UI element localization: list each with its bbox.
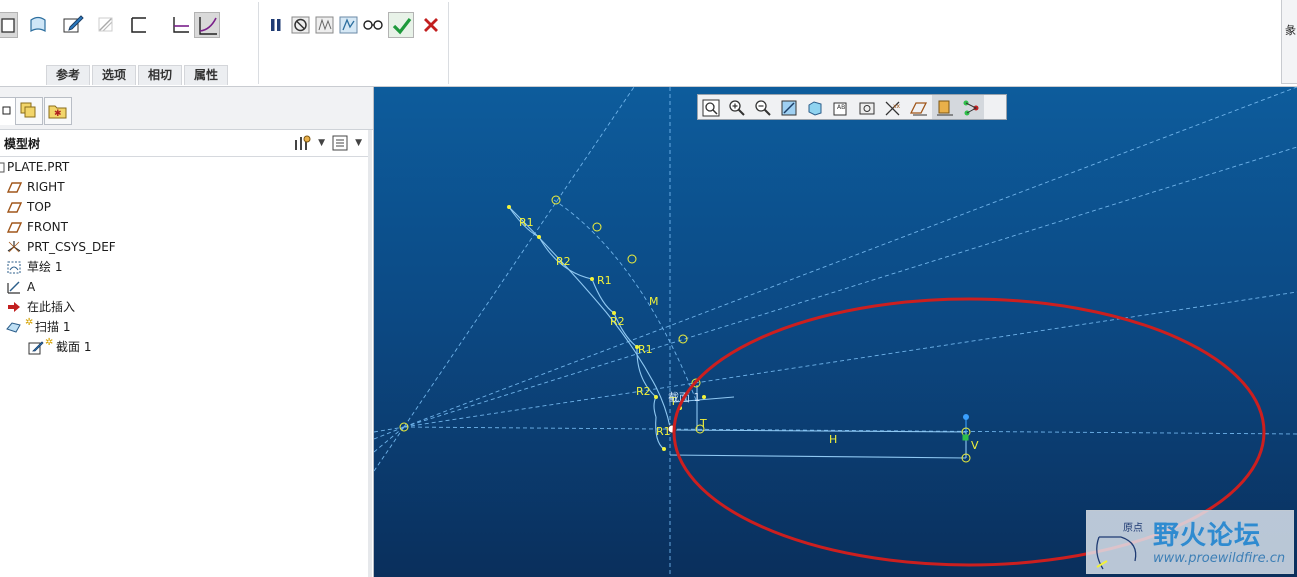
tree-item-label: 在此插入 [27,300,76,314]
modified-star-icon: ✲ [45,337,54,348]
modified-star-icon: ✲ [25,317,34,328]
svg-text:✱: ✱ [54,109,62,119]
tree-settings-icon[interactable] [292,134,312,152]
ribbon-tab-row: 参考 选项 相切 属性 [46,65,230,85]
verify-mode-glasses-icon[interactable] [360,12,386,38]
datum-axis-icon [7,281,20,294]
zoom-out-icon[interactable] [750,95,776,119]
solid-sweep-icon[interactable] [0,12,18,38]
remove-material-icon[interactable] [93,12,119,38]
graphics-window[interactable]: R1 R2 R1 R2 R1 R2 M T T R1 H V 截面 1 AB x… [374,87,1297,577]
tree-item-label: FRONT [27,220,68,234]
tree-item-label: 草绘 1 [27,260,63,274]
dim-h-label: H [829,433,837,446]
model-tree-header: 模型树 ▼ ▼ [0,130,368,157]
repaint-icon[interactable] [776,95,802,119]
constraints-display-icon[interactable] [958,95,984,119]
tree-item-label: TOP [27,200,52,214]
saved-orientations-icon[interactable]: AB [828,95,854,119]
tab-properties[interactable]: 属性 [184,65,229,85]
corner-glyph: 彖 [1285,24,1296,37]
section-icon [28,341,44,355]
tree-settings-dropdown-icon[interactable]: ▼ [318,138,325,148]
navigator-scrollbar[interactable] [368,130,372,577]
coordinate-system-icon [7,241,21,253]
surface-sweep-icon[interactable] [26,12,52,38]
accept-checkmark-icon[interactable] [388,12,414,38]
tab-options[interactable]: 选项 [92,65,137,85]
dim-r1-label: R1 [597,274,612,287]
geometry-preview-icon[interactable] [336,12,362,38]
tree-filters-icon[interactable] [331,134,349,152]
tree-item-label: RIGHT [27,180,65,194]
sweep-icon [6,322,21,333]
view-manager-icon[interactable] [854,95,880,119]
sketch-canvas[interactable]: R1 R2 R1 R2 R1 R2 M T T R1 H V 截面 1 [374,87,1297,577]
tree-item-label: A [27,280,36,294]
datum-display-icon[interactable]: xx [880,95,906,119]
tree-item-label: PLATE.PRT [7,160,70,174]
tree-item-label: PRT_CSYS_DEF [27,240,116,254]
watermark-title: 野火论坛 [1153,521,1262,551]
graphics-toolbar: AB xx [697,94,1007,120]
tab-references[interactable]: 参考 [46,65,91,85]
dim-r1-label: R1 [519,216,534,229]
tab-folder-browser[interactable] [15,97,43,125]
tab-favorites[interactable]: ✱ [44,97,72,125]
variable-section-icon[interactable] [194,12,220,38]
sketch-profile [508,206,967,459]
mesh-preview-icon[interactable] [312,12,338,38]
constraint-symbols [399,195,971,463]
dim-r2-label: R2 [556,255,571,268]
navigator-panel: ✱ 模型树 ▼ ▼ PLATE.PRT RIGHT TOP FRONT PRT_… [0,87,374,577]
pause-icon[interactable] [263,12,289,38]
dim-r-label: R1 [656,425,671,438]
insert-here-arrow-icon [8,302,20,312]
thicken-sketch-icon[interactable] [126,12,152,38]
origin-label: 原点 [1123,523,1143,534]
model-tree-tools: ▼ ▼ [292,134,362,152]
dim-r2-label: R2 [610,315,625,328]
ribbon: 参考 选项 相切 属性 彖 [0,0,1297,87]
model-tree-title: 模型树 [4,137,41,151]
datum-plane-icon [6,222,22,233]
constant-section-icon[interactable] [168,12,194,38]
svg-text:xx: xx [893,103,901,110]
forum-watermark: 原点 野火论坛 www.proewildfire.cn [1086,510,1294,574]
navigator-tabs: ✱ [0,87,373,130]
dim-r2-label: R2 [636,385,651,398]
zoom-in-icon[interactable] [724,95,750,119]
dim-m-label: M [649,295,659,308]
tree-item-label: 截面 1 [56,340,92,354]
tab-model-tree[interactable] [0,97,16,125]
watermark-url: www.proewildfire.cn [1153,551,1286,566]
sketch-display-icon[interactable] [932,95,958,119]
datum-plane-icon [6,202,22,213]
datum-plane-icon [6,182,22,193]
datum-planes-display-icon[interactable] [906,95,932,119]
ribbon-corner-panel: 彖 [1281,0,1297,84]
no-preview-icon[interactable] [288,12,314,38]
construction-lines [374,87,1297,577]
dim-r1-label: R1 [638,343,653,356]
tab-tangency[interactable]: 相切 [138,65,183,85]
svg-text:AB: AB [837,104,845,111]
cancel-x-icon[interactable] [418,12,444,38]
tree-filters-dropdown-icon[interactable]: ▼ [355,138,362,148]
dim-t-label: T [699,417,707,430]
dim-v-label: V [971,439,979,452]
sketch-icon [7,261,21,274]
dimension-labels: R1 R2 R1 R2 R1 R2 M T T R1 H V 截面 1 [519,216,979,452]
ribbon-separator [448,2,449,84]
ribbon-separator [258,2,259,84]
edit-section-icon[interactable] [60,12,86,38]
display-style-icon[interactable] [802,95,828,119]
refit-icon[interactable] [698,95,724,119]
